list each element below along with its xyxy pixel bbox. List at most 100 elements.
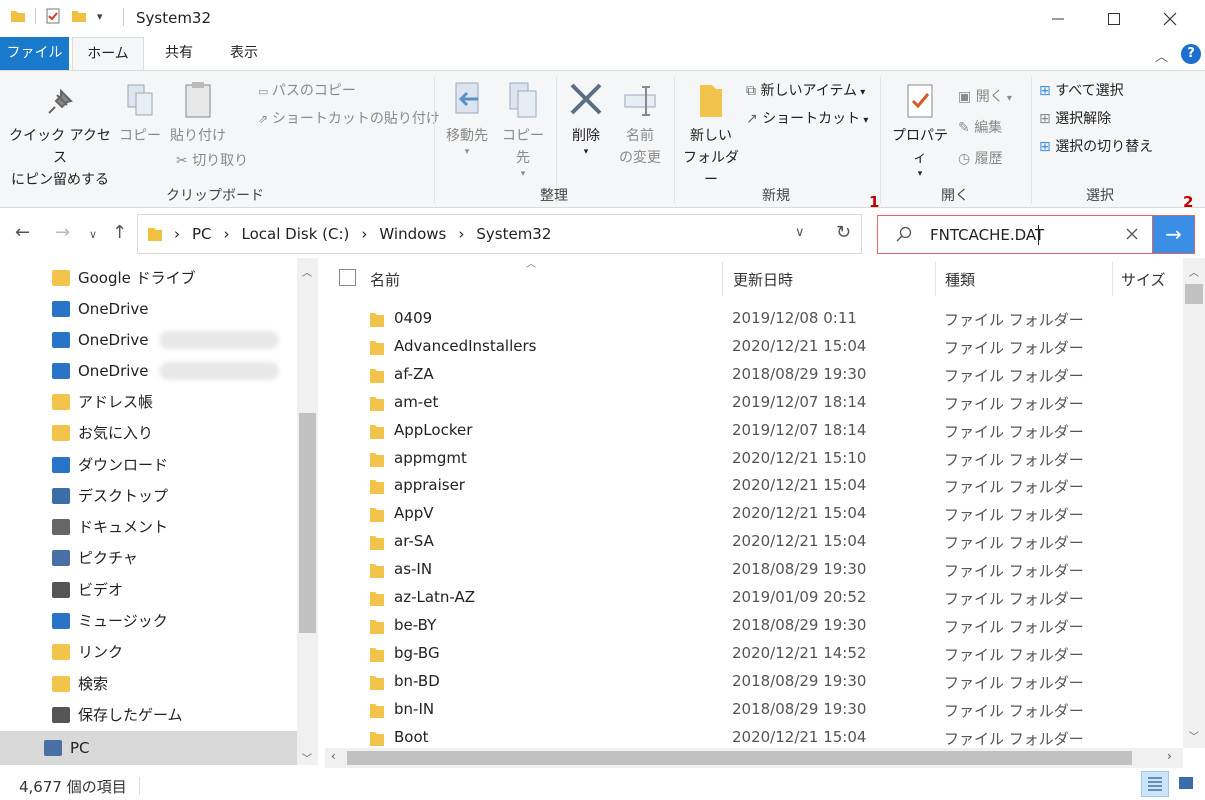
file-row[interactable]: be-BY 2018/08/29 19:30 ファイル フォルダー [330, 612, 1180, 640]
rename-button[interactable]: 名前 の変更 [614, 81, 666, 169]
up-button[interactable]: ↑ [112, 222, 127, 243]
invert-selection-button[interactable]: ⊞ 選択の切り替え [1039, 136, 1153, 158]
collapse-ribbon-icon[interactable]: ︿ [1155, 46, 1168, 65]
help-icon[interactable]: ? [1181, 44, 1201, 64]
select-all-checkbox[interactable] [339, 269, 356, 286]
new-folder-button[interactable]: 新しい フォルダー [680, 81, 742, 191]
column-divider[interactable] [722, 262, 723, 296]
file-row[interactable]: appraiser 2020/12/21 15:04 ファイル フォルダー [330, 472, 1180, 500]
search-go-button[interactable]: → [1152, 215, 1195, 254]
new-item-button[interactable]: ⧉ 新しいアイテム ▾ [746, 80, 865, 104]
nav-scrollbar[interactable]: ︿ ﹀ [297, 258, 318, 765]
new-folder-qa-icon[interactable] [71, 8, 87, 24]
delete-button[interactable]: 削除 ▾ [564, 81, 608, 157]
nav-item[interactable]: ビデオ [52, 574, 123, 605]
copy-path-button[interactable]: ▭ パスのコピー [258, 80, 356, 103]
file-row[interactable]: 0409 2019/12/08 0:11 ファイル フォルダー [330, 305, 1180, 333]
move-to-button[interactable]: 移動先 ▾ [441, 81, 493, 157]
forward-button[interactable]: → [55, 222, 70, 243]
back-button[interactable]: ← [15, 222, 30, 243]
tab-share[interactable]: 共有 [150, 37, 208, 70]
scroll-up-icon[interactable]: ︿ [302, 264, 312, 279]
scroll-up-icon[interactable]: ︿ [1189, 264, 1199, 279]
details-view-button[interactable] [1141, 771, 1169, 797]
address-dropdown-icon[interactable]: ∨ [795, 225, 805, 240]
file-row[interactable]: as-IN 2018/08/29 19:30 ファイル フォルダー [330, 556, 1180, 584]
column-header-date[interactable]: 更新日時 [733, 262, 793, 296]
recent-locations-button[interactable]: ∨ [89, 228, 97, 241]
close-button[interactable] [1142, 0, 1198, 37]
nav-item[interactable]: リンク [52, 636, 123, 667]
edit-button[interactable]: ✎ 編集 [958, 117, 1002, 139]
file-row[interactable]: af-ZA 2018/08/29 19:30 ファイル フォルダー [330, 361, 1180, 389]
column-header-type[interactable]: 種類 [945, 262, 975, 296]
select-all-button[interactable]: ⊞ すべて選択 [1039, 80, 1124, 102]
horizontal-scrollbar[interactable]: ‹ › [325, 748, 1183, 768]
scroll-down-icon[interactable]: ﹀ [302, 750, 312, 765]
open-button[interactable]: ▣ 開く ▾ [958, 86, 1012, 110]
nav-item[interactable]: PC [44, 732, 90, 763]
properties-check-icon[interactable] [45, 8, 61, 24]
file-row[interactable]: bg-BG 2020/12/21 14:52 ファイル フォルダー [330, 640, 1180, 668]
nav-item[interactable]: 保存したゲーム [52, 699, 183, 730]
nav-item[interactable]: アドレス帳 [52, 386, 153, 417]
cut-button[interactable]: ✂ 切り取り [176, 150, 248, 172]
properties-button[interactable]: プロパティ ▾ [887, 81, 953, 179]
pin-quick-access-button[interactable]: クイック アクセス にピン留めする [8, 87, 112, 191]
nav-item[interactable]: ミュージック [52, 605, 168, 636]
scroll-right-icon[interactable]: › [1167, 749, 1172, 763]
clear-search-icon[interactable] [1126, 228, 1138, 240]
nav-scroll-thumb[interactable] [299, 413, 316, 633]
history-button[interactable]: ◷ 履歴 [958, 148, 1003, 170]
file-row[interactable]: AppV 2020/12/21 15:04 ファイル フォルダー [330, 500, 1180, 528]
tab-file[interactable]: ファイル [0, 37, 69, 70]
minimize-button[interactable] [1030, 0, 1086, 37]
nav-item[interactable]: OneDrive [52, 293, 149, 324]
nav-item[interactable]: デスクトップ [52, 480, 168, 511]
large-icons-view-button[interactable] [1173, 771, 1201, 797]
easy-access-button[interactable]: ↗ ショートカット ▾ [746, 108, 868, 132]
file-row[interactable]: AdvancedInstallers 2020/12/21 15:04 ファイル フ… [330, 333, 1180, 361]
copy-to-button[interactable]: コピー先 ▾ [497, 81, 549, 179]
nav-item[interactable]: お気に入り [52, 417, 153, 448]
address-bar[interactable]: › PC › Local Disk (C:) › Windows › Syste… [137, 214, 862, 254]
nav-item[interactable]: ピクチャ [52, 542, 138, 573]
paste-shortcut-button[interactable]: ⇗ ショートカットの貼り付け [258, 108, 440, 130]
scroll-down-icon[interactable]: ﹀ [1189, 728, 1199, 743]
nav-item[interactable]: OneDrive [52, 355, 279, 386]
file-list-scrollbar[interactable]: ︿ ﹀ [1183, 258, 1205, 748]
nav-item[interactable]: ダウンロード [52, 449, 168, 480]
refresh-icon[interactable]: ↻ [836, 222, 851, 243]
file-row[interactable]: bn-IN 2018/08/29 19:30 ファイル フォルダー [330, 696, 1180, 724]
paste-button[interactable]: 貼り付け [168, 81, 228, 147]
file-row[interactable]: bn-BD 2018/08/29 19:30 ファイル フォルダー [330, 668, 1180, 696]
nav-item[interactable]: Google ドライブ [52, 262, 196, 293]
file-row[interactable]: appmgmt 2020/12/21 15:10 ファイル フォルダー [330, 445, 1180, 473]
file-row[interactable]: az-Latn-AZ 2019/01/09 20:52 ファイル フォルダー [330, 584, 1180, 612]
customize-toolbar-icon[interactable]: ▾ [97, 10, 103, 23]
breadcrumb-windows[interactable]: Windows [379, 225, 446, 243]
file-name: af-ZA [394, 364, 434, 383]
h-scroll-thumb[interactable] [347, 751, 1132, 765]
column-divider[interactable] [935, 262, 936, 296]
nav-item[interactable]: 検索 [52, 668, 108, 699]
copy-button[interactable]: コピー [118, 83, 162, 147]
file-row[interactable]: ar-SA 2020/12/21 15:04 ファイル フォルダー [330, 528, 1180, 556]
scroll-left-icon[interactable]: ‹ [331, 749, 336, 763]
column-header-name[interactable]: 名前 [370, 262, 400, 296]
tab-home[interactable]: ホーム [72, 37, 144, 71]
tab-view[interactable]: 表示 [215, 37, 273, 70]
column-divider[interactable] [1112, 262, 1113, 296]
nav-item[interactable]: ドキュメント [52, 511, 168, 542]
select-none-button[interactable]: ⊞ 選択解除 [1039, 108, 1111, 130]
file-row[interactable]: am-et 2019/12/07 18:14 ファイル フォルダー [330, 389, 1180, 417]
breadcrumb-pc[interactable]: PC [192, 225, 212, 243]
nav-item[interactable]: OneDrive [52, 324, 279, 355]
breadcrumb-system32[interactable]: System32 [476, 225, 551, 243]
search-input[interactable]: FNTCACHE.DAT [877, 215, 1153, 254]
breadcrumb-local-disk[interactable]: Local Disk (C:) [242, 225, 350, 243]
column-header-size[interactable]: サイズ [1121, 262, 1166, 296]
file-scroll-thumb[interactable] [1185, 284, 1203, 304]
file-row[interactable]: AppLocker 2019/12/07 18:14 ファイル フォルダー [330, 417, 1180, 445]
maximize-button[interactable] [1086, 0, 1142, 37]
